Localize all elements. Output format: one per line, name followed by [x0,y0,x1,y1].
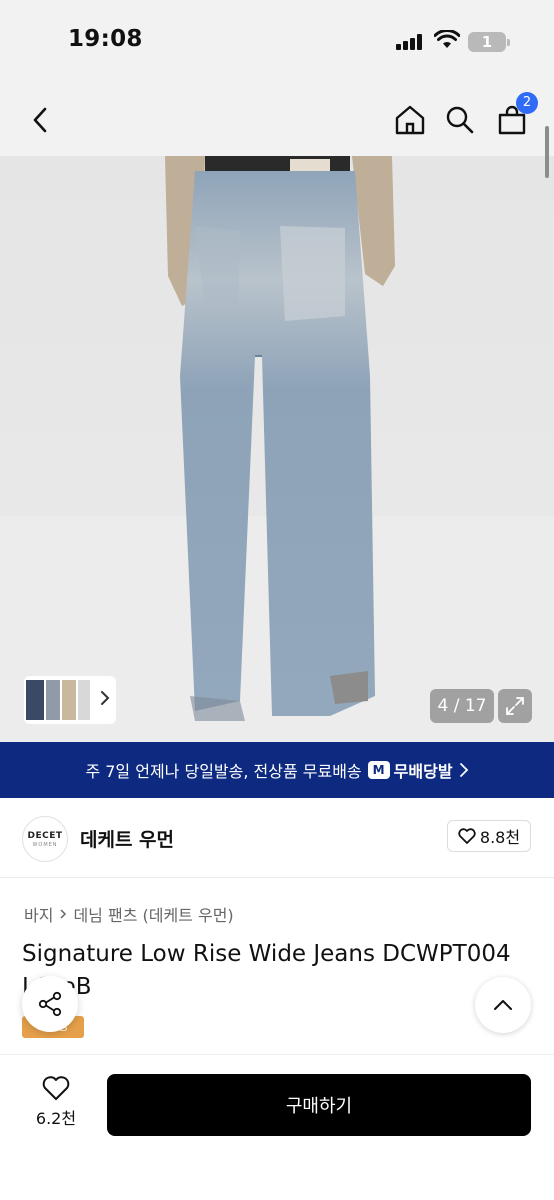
heart-icon [42,1076,70,1100]
back-button[interactable] [22,102,58,138]
battery-level: 1 [481,33,493,51]
brand-like-count: 8.8천 [479,828,521,847]
brand-row: DECET WOMEN 데케트 우먼 8.8천 [0,798,554,878]
thumbnail-strip-button[interactable] [24,676,116,724]
top-nav: 2 [0,84,554,156]
product-title: Signature Low Rise Wide Jeans DCWPT004 L… [22,941,511,1000]
free-delivery-badge: M 무배당발 [367,758,453,782]
promo-text: 주 7일 언제나 당일발송, 전상품 무료배송 [85,762,362,781]
cellular-signal-icon [396,34,426,50]
search-icon [446,106,474,134]
delivery-truck-icon: M [367,761,390,779]
chevron-up-icon [494,1000,512,1010]
brand-name[interactable]: 데케트 우먼 [80,825,174,852]
search-button[interactable] [442,102,478,138]
status-bar: 19:08 1 [0,0,554,84]
home-button[interactable] [392,102,428,138]
scroll-to-top-button[interactable] [475,977,531,1033]
chevron-left-icon [33,107,47,133]
buy-button[interactable]: 구매하기 [107,1074,531,1136]
cart-button[interactable]: 2 [494,92,538,138]
brand-logo-text: DECET [27,830,63,841]
share-button[interactable] [22,976,78,1032]
breadcrumb-item[interactable]: 바지 [24,902,53,926]
delivery-promo-banner[interactable]: 주 7일 언제나 당일발송, 전상품 무료배송 M 무배당발 [0,742,554,798]
heart-icon [458,828,476,844]
image-counter: 4 / 17 [430,689,494,723]
scrollbar[interactable] [545,126,549,178]
chevron-right-icon [459,763,468,777]
breadcrumb-item[interactable]: 데님 팬츠 (데케트 우먼) [73,902,233,926]
category-breadcrumb: 바지 데님 팬츠 (데케트 우먼) [24,902,234,926]
brand-logo[interactable]: DECET WOMEN [22,816,68,862]
cart-count-badge: 2 [516,92,538,114]
battery-icon: 1 [468,32,510,52]
product-image-gallery[interactable]: 4 / 17 [0,156,554,742]
bottom-action-bar: 6.2천 구매하기 [0,1054,554,1200]
product-page: 19:08 1 2 4 / 17 주 7일 언제나 당일발송, 전상품 무료배송… [0,0,554,1200]
status-time: 19:08 [68,26,143,52]
wishlist-button[interactable]: 6.2천 [22,1075,90,1139]
fullscreen-button[interactable] [498,689,532,723]
chevron-right-icon [101,691,110,705]
share-icon [38,991,62,1017]
product-photo [0,156,554,742]
chevron-right-icon [60,909,67,919]
wishlist-count: 6.2천 [35,1109,77,1128]
brand-logo-subtext: WOMEN [32,841,58,848]
home-icon [395,105,425,135]
wifi-icon [434,30,460,48]
expand-icon [506,697,524,715]
brand-like-button[interactable]: 8.8천 [447,820,531,852]
thumbnail-image [26,680,90,720]
badge-label: 무배당발 [393,762,453,781]
